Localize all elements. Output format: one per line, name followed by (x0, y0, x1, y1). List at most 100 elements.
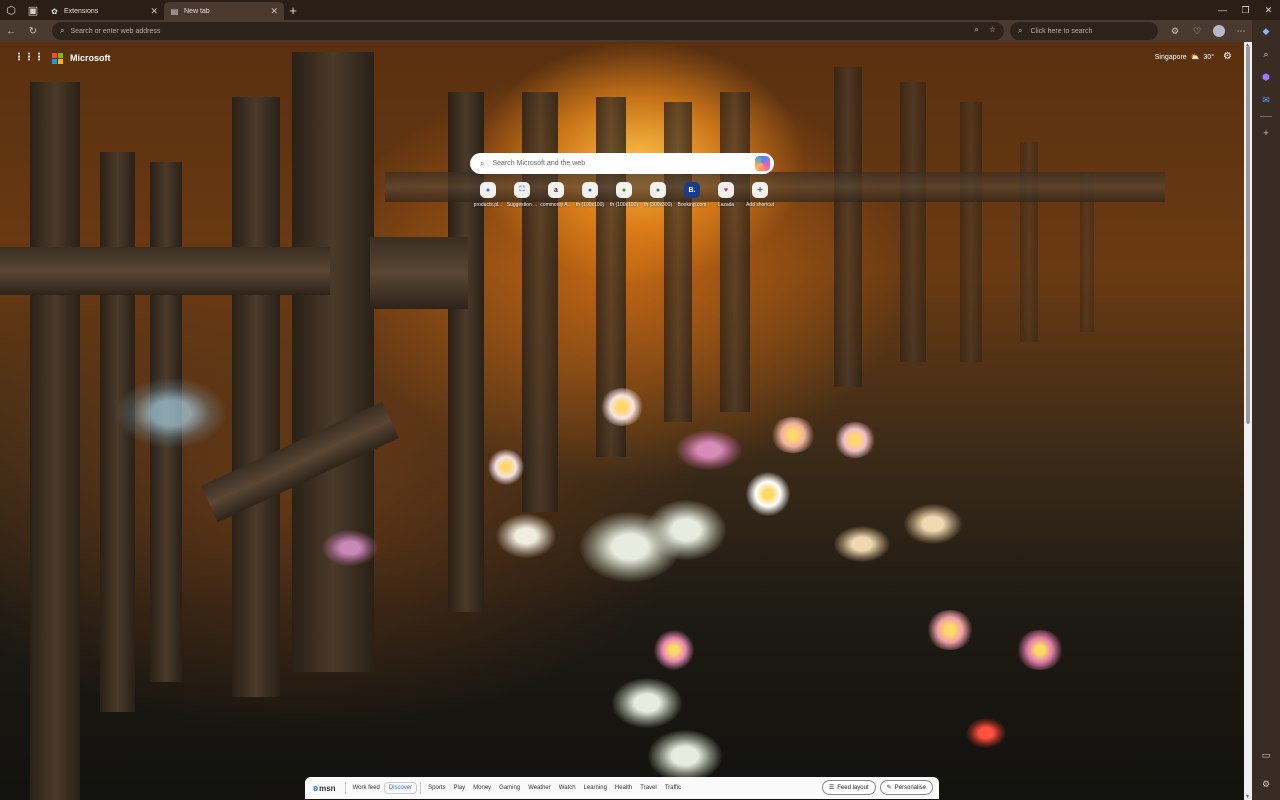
nav-link-travel[interactable]: Travel (636, 785, 660, 791)
apps-launcher-icon[interactable]: ⋮⋮⋮ (14, 52, 44, 63)
personalise-icon: ✎ (886, 785, 892, 791)
flower (834, 422, 876, 458)
flower (116, 378, 226, 448)
restore-icon[interactable]: ❐ (1234, 0, 1257, 20)
hide-sidebar-icon[interactable]: ▭ (1252, 744, 1280, 767)
shortcut[interactable]: ● th (100x100) (573, 182, 607, 208)
title-bar: ⬡ ▣ ✿ Extensions ✕ ▤ New tab ✕ + — ❐ ✕ (0, 0, 1280, 20)
favorite-star-icon[interactable]: ☆ (989, 25, 996, 35)
nav-link-watch[interactable]: Watch (555, 785, 580, 791)
tab-actions-icon[interactable]: ▣ (22, 0, 44, 20)
shortcut[interactable]: B. Booking.com (675, 182, 709, 208)
nav-link-work-feed[interactable]: Work feed (349, 785, 384, 791)
scrollbar-thumb[interactable] (1246, 46, 1250, 424)
copilot-icon[interactable] (755, 156, 770, 171)
address-placeholder: Search or enter web address (70, 27, 161, 35)
shortcut-icon: ● (480, 182, 496, 198)
page-settings-icon[interactable]: ⚙ (1223, 51, 1232, 62)
sidebar-bottom: ▭ ⚙ (1252, 744, 1280, 796)
shortcut-icon: ● (650, 182, 666, 198)
close-tab-icon[interactable]: ✕ (150, 6, 158, 17)
msn-logo[interactable]: ʚ msn (313, 783, 336, 793)
quick-links: ● products.pl... ⛶ Suggestion ... a comm… (471, 182, 777, 208)
new-tab-page: ⋮⋮⋮ Microsoft Singapore ⛅ 30° ⚙ ⌕ Search… (0, 42, 1244, 800)
side-search-box[interactable]: ⌕ Click here to search (1010, 22, 1158, 40)
refresh-icon[interactable]: ↻ (22, 20, 44, 42)
nav-link-play[interactable]: Play (449, 785, 469, 791)
feed-layout-label: Feed layout (837, 784, 869, 791)
page-icon: ▤ (170, 6, 179, 16)
weather-location: Singapore (1154, 53, 1187, 61)
divider (1260, 116, 1272, 117)
fence-post (292, 52, 374, 672)
nav-link-money[interactable]: Money (469, 785, 495, 791)
nav-link-weather[interactable]: Weather (524, 785, 555, 791)
add-shortcut[interactable]: + Add shortcut (743, 182, 777, 208)
copilot-icon[interactable]: ◆ (1252, 20, 1280, 43)
shortcut[interactable]: ⛶ Suggestion ... (505, 182, 539, 208)
weather-widget[interactable]: Singapore ⛅ 30° (1154, 53, 1214, 62)
window-controls: — ❐ ✕ (1211, 0, 1280, 20)
nav-link-discover[interactable]: Discover (383, 782, 418, 794)
search-icon[interactable]: ⌕ (1252, 43, 1280, 66)
shortcut[interactable]: ● products.pl... (471, 182, 505, 208)
profile-menu-icon[interactable]: ⬡ (0, 0, 22, 20)
fence-post (900, 82, 926, 362)
outlook-icon[interactable]: ✉ (1252, 89, 1280, 112)
shortcut-icon: ⛶ (514, 182, 530, 198)
sidebar-settings-icon[interactable]: ⚙ (1252, 773, 1280, 796)
minimize-icon[interactable]: — (1211, 0, 1234, 20)
nav-link-health[interactable]: Health (611, 785, 636, 791)
flower (646, 500, 726, 560)
shortcut-label: Booking.com (677, 202, 707, 208)
tab-new-tab[interactable]: ▤ New tab ✕ (164, 2, 284, 20)
personalise-label: Personalise (894, 784, 926, 791)
butterfly-icon: ʚ (313, 783, 319, 793)
nav-link-sports[interactable]: Sports (424, 785, 449, 791)
nav-link-gaming[interactable]: Gaming (495, 785, 524, 791)
flower (600, 388, 644, 426)
nav-link-traffic[interactable]: Traffic (661, 785, 685, 791)
tab-extensions[interactable]: ✿ Extensions ✕ (44, 2, 164, 20)
search-placeholder: Search Microsoft and the web (492, 160, 586, 167)
fence-post (960, 102, 982, 362)
flower (926, 610, 974, 650)
zoom-icon[interactable]: ⌕ (974, 25, 978, 35)
shortcut[interactable]: ● th (100x100) (607, 182, 641, 208)
flower (1016, 630, 1064, 670)
shortcut-icon: ● (616, 182, 632, 198)
feed-layout-button[interactable]: ☰ Feed layout (821, 780, 876, 795)
shortcut[interactable]: ● th (300x300) (641, 182, 675, 208)
msn-feed-bar: ʚ msn Work feed Discover Sports Play Mon… (305, 777, 939, 799)
flower (834, 526, 890, 562)
web-search-box[interactable]: ⌕ Search Microsoft and the web (470, 153, 774, 174)
shortcut[interactable]: ♥ Lazada (709, 182, 743, 208)
close-window-icon[interactable]: ✕ (1257, 0, 1280, 20)
shortcut[interactable]: a commonly A... (539, 182, 573, 208)
new-tab-button[interactable]: + (284, 3, 302, 18)
shortcut-label: th (300x300) (643, 202, 673, 208)
avatar[interactable] (1213, 25, 1225, 37)
layout-icon: ☰ (828, 785, 835, 791)
search-icon: ⌕ (1018, 26, 1023, 35)
address-bar[interactable]: ⌕ Search or enter web address ⌕ ☆ (52, 22, 1004, 40)
side-search-placeholder: Click here to search (1030, 27, 1093, 35)
fence-post (834, 67, 862, 387)
puzzle-icon: ✿ (51, 6, 58, 16)
more-menu-icon[interactable]: ⋯ (1230, 20, 1252, 42)
temperature: 30° (1203, 53, 1214, 61)
page-scrollbar[interactable]: ▲ ▼ (1244, 42, 1252, 800)
scroll-down-icon[interactable]: ▼ (1245, 794, 1250, 800)
back-icon[interactable]: ← (0, 20, 22, 42)
add-app-icon[interactable]: + (1252, 121, 1280, 144)
shortcut-label: Add shortcut (745, 202, 775, 208)
nav-link-learning[interactable]: Learning (580, 785, 611, 791)
close-tab-icon[interactable]: ✕ (270, 6, 278, 17)
fence-post (232, 97, 280, 697)
personalise-button[interactable]: ✎ Personalise (879, 780, 933, 795)
browser-essentials-icon[interactable]: ♡ (1186, 20, 1208, 42)
flower (966, 718, 1006, 748)
collections-icon[interactable]: ⬢ (1252, 66, 1280, 89)
extensions-icon[interactable]: ⚙ (1164, 20, 1186, 42)
flower (612, 678, 682, 728)
